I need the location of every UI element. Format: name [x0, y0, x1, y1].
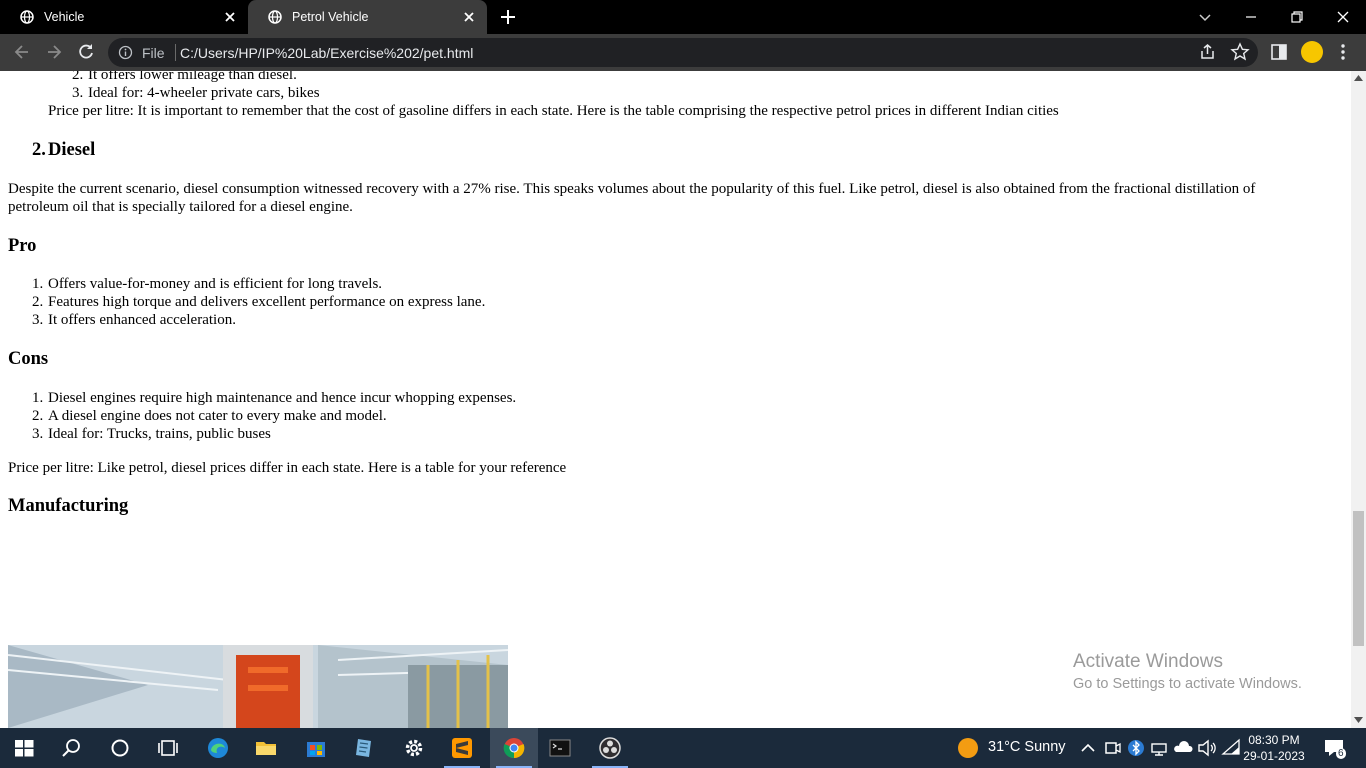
obs-icon[interactable] [598, 736, 622, 760]
search-icon[interactable] [60, 736, 84, 760]
list-item-number: 2. [32, 294, 44, 310]
list-item: It offers lower mileage than diesel. [88, 71, 297, 83]
wifi-icon[interactable] [1219, 736, 1243, 760]
close-window-icon[interactable] [1333, 7, 1353, 27]
weather-text[interactable]: 31°C Sunny [988, 739, 1066, 755]
tab-vehicle[interactable]: Vehicle [0, 0, 248, 34]
back-icon[interactable] [12, 42, 32, 62]
list-item-number: 3. [32, 312, 44, 328]
address-bar[interactable]: File C:/Users/HP/IP%20Lab/Exercise%202/p… [108, 38, 1258, 67]
list-item: A diesel engine does not cater to every … [48, 408, 387, 424]
close-icon[interactable] [461, 9, 477, 25]
file-explorer-icon[interactable] [254, 736, 278, 760]
tab-title: Vehicle [44, 10, 85, 24]
chevron-down-icon[interactable] [1195, 7, 1215, 27]
list-item: Features high torque and delivers excell… [48, 294, 486, 310]
list-item-number: 3. [32, 426, 44, 442]
diesel-heading: Diesel [48, 140, 96, 160]
chrome-icon [503, 738, 525, 759]
cons-heading: Cons [8, 349, 49, 369]
manufacturing-heading: Manufacturing [8, 496, 129, 516]
sun-icon[interactable] [956, 736, 980, 760]
system-clock[interactable]: 08:30 PM 29-01-2023 [1241, 732, 1307, 764]
share-icon[interactable] [1198, 42, 1218, 62]
clock-time: 08:30 PM [1248, 733, 1300, 747]
task-view-icon[interactable] [156, 736, 180, 760]
divider [175, 44, 176, 61]
scheme-label: File [142, 45, 165, 61]
info-icon[interactable] [118, 45, 133, 60]
edge-icon[interactable] [206, 736, 230, 760]
diesel-paragraph: petroleum oil that is specially tailored… [8, 199, 353, 215]
forward-icon[interactable] [44, 42, 64, 62]
scroll-up-icon[interactable] [1354, 74, 1363, 82]
plus-icon[interactable] [498, 7, 518, 27]
pro-heading: Pro [8, 236, 37, 256]
meet-now-icon[interactable] [1100, 736, 1124, 760]
globe-icon [20, 10, 34, 24]
factory-image [8, 645, 508, 728]
url-text[interactable]: C:/Users/HP/IP%20Lab/Exercise%202/pet.ht… [180, 45, 473, 61]
chevron-up-icon[interactable] [1076, 736, 1100, 760]
page-content: 2. It offers lower mileage than diesel. … [0, 71, 1351, 728]
sidepanel-icon[interactable] [1269, 42, 1289, 62]
globe-icon [268, 10, 282, 24]
activate-windows-title: Activate Windows [1073, 651, 1223, 672]
vertical-scrollbar[interactable] [1351, 71, 1366, 728]
tab-title: Petrol Vehicle [292, 10, 369, 24]
minimize-icon[interactable] [1241, 7, 1261, 27]
clock-date: 29-01-2023 [1243, 749, 1305, 763]
terminal-icon[interactable] [548, 736, 572, 760]
list-item: Ideal for: Trucks, trains, public buses [48, 426, 271, 442]
sublime-icon[interactable] [450, 736, 474, 760]
factory-image-graphic [8, 645, 508, 728]
list-item-number: 2. [72, 71, 84, 83]
reload-icon[interactable] [76, 42, 96, 62]
windows-start-icon[interactable] [12, 736, 36, 760]
bluetooth-icon[interactable] [1124, 736, 1148, 760]
settings-icon[interactable] [402, 736, 426, 760]
list-item-number: 3. [72, 85, 84, 101]
list-item: Ideal for: 4-wheeler private cars, bikes [88, 85, 320, 101]
list-item: It offers enhanced acceleration. [48, 312, 236, 328]
activate-windows-subtitle: Go to Settings to activate Windows. [1073, 676, 1302, 692]
tab-strip: Vehicle Petrol Vehicle [0, 0, 1366, 34]
notification-badge: 6 [1336, 748, 1346, 759]
close-icon[interactable] [222, 9, 238, 25]
petrol-price-text: Price per litre: It is important to reme… [48, 103, 1059, 119]
list-item-number: 2. [32, 408, 44, 424]
cortana-icon[interactable] [108, 736, 132, 760]
scrollbar-thumb[interactable] [1353, 511, 1364, 646]
list-item-number: 1. [32, 390, 44, 406]
taskbar-chrome-active[interactable] [490, 728, 538, 768]
onedrive-icon[interactable] [1171, 736, 1195, 760]
tab-petrol-vehicle[interactable]: Petrol Vehicle [248, 0, 487, 34]
profile-avatar[interactable] [1301, 41, 1323, 63]
diesel-number: 2. [32, 140, 46, 160]
store-icon[interactable] [304, 736, 328, 760]
restore-icon[interactable] [1287, 7, 1307, 27]
scroll-down-icon[interactable] [1354, 716, 1363, 724]
kebab-menu-icon[interactable] [1333, 42, 1353, 62]
network-drive-icon[interactable] [1147, 736, 1171, 760]
list-item-number: 1. [32, 276, 44, 292]
speaker-icon[interactable] [1195, 736, 1219, 760]
diesel-paragraph: Despite the current scenario, diesel con… [8, 181, 1256, 197]
list-item: Diesel engines require high maintenance … [48, 390, 517, 406]
notes-app-icon[interactable] [352, 736, 376, 760]
diesel-price-text: Price per litre: Like petrol, diesel pri… [8, 460, 567, 476]
list-item: Offers value-for-money and is efficient … [48, 276, 383, 292]
star-icon[interactable] [1230, 42, 1250, 62]
windows-taskbar: 31°C Sunny 08:30 PM 29-01-2023 6 [0, 728, 1366, 768]
browser-toolbar: File C:/Users/HP/IP%20Lab/Exercise%202/p… [0, 34, 1366, 71]
